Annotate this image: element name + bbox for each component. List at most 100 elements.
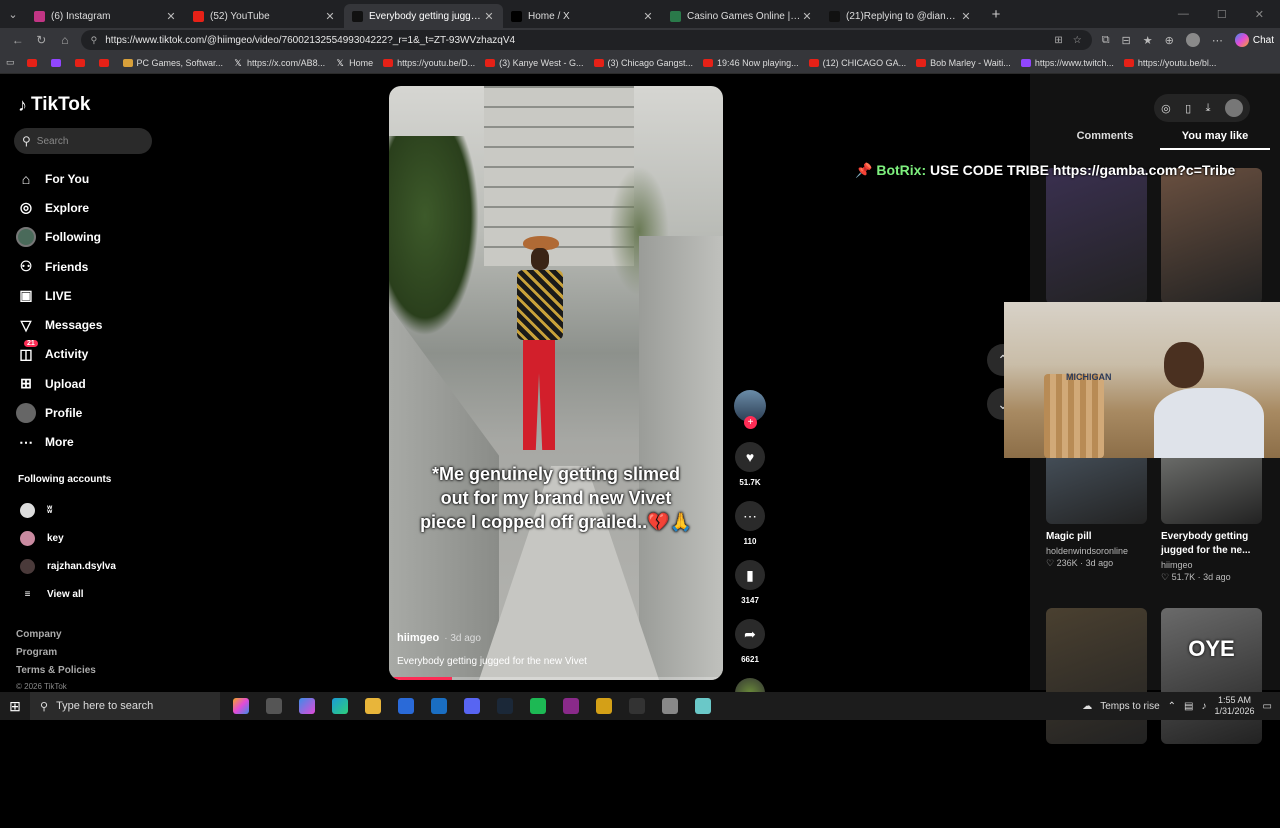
- share-icon[interactable]: ➦: [735, 619, 765, 649]
- sidebar-item-upload[interactable]: ⊞ Upload: [16, 369, 102, 398]
- minimize-icon[interactable]: —: [1178, 8, 1189, 21]
- copilot-chat-button[interactable]: Chat: [1234, 33, 1274, 47]
- following-account[interactable]: ʬ: [20, 496, 116, 524]
- browser-tab[interactable]: Everybody getting jugged for the ✕: [344, 4, 503, 28]
- bookmark-item[interactable]: [98, 58, 113, 68]
- video-thumbnail[interactable]: [1046, 608, 1147, 744]
- notepad-icon[interactable]: [686, 692, 719, 720]
- copilot-icon[interactable]: [224, 692, 257, 720]
- new-tab-button[interactable]: +: [984, 6, 1008, 23]
- task-view-icon[interactable]: [257, 692, 290, 720]
- suggested-video[interactable]: [1046, 608, 1147, 750]
- maximize-icon[interactable]: ☐: [1217, 8, 1227, 21]
- reading-list-icon[interactable]: ▭: [6, 57, 15, 68]
- compass-tool-icon[interactable]: ◎: [1161, 102, 1171, 115]
- save-action[interactable]: ▮ 3147: [732, 560, 768, 605]
- tab-you-may-like[interactable]: You may like: [1160, 130, 1270, 150]
- share-action[interactable]: ➦ 6621: [732, 619, 768, 664]
- bookmark-item[interactable]: [26, 58, 41, 68]
- bookmark-item[interactable]: https://youtu.be/D...: [383, 58, 475, 68]
- browser-menu-icon[interactable]: ⋯: [1212, 34, 1223, 47]
- search-input[interactable]: ⚲ Search: [14, 128, 152, 154]
- browser-tab[interactable]: Home / X ✕: [503, 4, 662, 28]
- file-explorer-icon[interactable]: [356, 692, 389, 720]
- bookmark-item[interactable]: (3) Kanye West - G...: [485, 58, 584, 68]
- sidebar-item-profile[interactable]: Profile: [16, 398, 102, 427]
- disk-icon[interactable]: [653, 692, 686, 720]
- site-info-icon[interactable]: ⚲: [91, 35, 98, 46]
- close-tab-icon[interactable]: ✕: [324, 10, 336, 23]
- video-author[interactable]: hiimgeo · 3d ago: [397, 632, 481, 644]
- reload-icon[interactable]: ↻: [30, 33, 54, 47]
- split-screen-icon[interactable]: ⊟: [1122, 34, 1131, 47]
- store-icon[interactable]: [389, 692, 422, 720]
- video-thumbnail[interactable]: [1161, 168, 1262, 304]
- bookmark-item[interactable]: 𝕏 Home: [335, 58, 373, 68]
- close-tab-icon[interactable]: ✕: [165, 10, 177, 23]
- browser-tab[interactable]: (52) YouTube ✕: [185, 4, 344, 28]
- creator-avatar[interactable]: +: [734, 390, 766, 429]
- extensions-icon[interactable]: ⧉: [1102, 34, 1110, 47]
- video-player[interactable]: *Me genuinely getting slimed out for my …: [389, 86, 723, 680]
- weather-text[interactable]: Temps to rise: [1100, 701, 1159, 712]
- bookmark-item[interactable]: (12) CHICAGO GA...: [808, 58, 906, 68]
- back-icon[interactable]: ←: [6, 33, 30, 47]
- volume-icon[interactable]: ♪: [1202, 701, 1207, 712]
- following-account[interactable]: key: [20, 524, 116, 552]
- browser-tab[interactable]: (21)Replying to @dianasleftfoot c ✕: [821, 4, 980, 28]
- video-thumbnail[interactable]: OYE: [1161, 608, 1262, 744]
- bookmark-star-icon[interactable]: ☆: [1073, 35, 1082, 46]
- video-username[interactable]: hiimgeo: [397, 632, 439, 644]
- suggested-video[interactable]: [1046, 168, 1147, 310]
- suggested-video[interactable]: [1161, 168, 1262, 310]
- bookmark-item[interactable]: (3) Chicago Gangst...: [593, 58, 693, 68]
- home-icon[interactable]: ⌂: [53, 33, 77, 47]
- bookmark-item[interactable]: https://youtu.be/bl...: [1123, 58, 1216, 68]
- sidebar-item-messages[interactable]: ▽ Messages: [16, 310, 103, 339]
- network-icon[interactable]: ▤: [1184, 701, 1193, 712]
- video-progress-bar[interactable]: [389, 677, 723, 680]
- close-tab-icon[interactable]: ✕: [483, 10, 495, 23]
- notifications-icon[interactable]: ▭: [1263, 701, 1272, 712]
- suggested-video[interactable]: OYE: [1161, 608, 1262, 750]
- outlook-icon[interactable]: [422, 692, 455, 720]
- sidebar-item-more[interactable]: ⋯ More: [16, 428, 102, 457]
- bookmark-item[interactable]: 19:46 Now playing...: [703, 58, 799, 68]
- obs-icon[interactable]: [620, 692, 653, 720]
- bookmark-item[interactable]: https://www.twitch...: [1020, 58, 1114, 68]
- browser-tab[interactable]: Casino Games Online | Play Crypto ✕: [662, 4, 821, 28]
- download-icon[interactable]: ⤓: [1206, 102, 1211, 115]
- footer-link[interactable]: Company: [16, 629, 96, 647]
- copilot-app-icon[interactable]: [290, 692, 323, 720]
- sidebar-item-explore[interactable]: ◎ Explore: [16, 193, 102, 222]
- profile-avatar-icon[interactable]: [1185, 33, 1200, 47]
- bookmark-item[interactable]: [50, 58, 65, 68]
- comment-action[interactable]: ⋯ 110: [732, 501, 768, 546]
- close-tab-icon[interactable]: ✕: [642, 10, 654, 23]
- winrar-icon[interactable]: [554, 692, 587, 720]
- sidebar-item-friends[interactable]: ⚇ Friends: [16, 252, 102, 281]
- taskbar-search[interactable]: ⚲ Type here to search: [30, 692, 220, 720]
- close-window-icon[interactable]: ✕: [1255, 8, 1264, 21]
- following-account[interactable]: rajzhan.dsylva: [20, 552, 116, 580]
- install-app-icon[interactable]: ⊞: [1054, 35, 1062, 46]
- tab-comments[interactable]: Comments: [1050, 130, 1160, 150]
- follow-plus-icon[interactable]: +: [744, 416, 757, 429]
- edge-icon[interactable]: [323, 692, 356, 720]
- comment-icon[interactable]: ⋯: [735, 501, 765, 531]
- like-action[interactable]: ♥ 51.7K: [732, 442, 768, 487]
- favorites-icon[interactable]: ★: [1143, 34, 1153, 47]
- sidebar-item-for-you[interactable]: ⌂ For You: [16, 164, 102, 193]
- heart-icon[interactable]: ♥: [735, 442, 765, 472]
- steam-icon[interactable]: [488, 692, 521, 720]
- bookmark-item[interactable]: 𝕏 https://x.com/AB8...: [233, 58, 325, 68]
- bookmark-item[interactable]: Bob Marley - Waiti...: [916, 58, 1011, 68]
- tiktok-logo[interactable]: ♪ TikTok: [18, 94, 90, 116]
- b-app-icon[interactable]: [587, 692, 620, 720]
- tray-chevron-icon[interactable]: ⌃: [1168, 701, 1176, 712]
- footer-link[interactable]: Program: [16, 647, 96, 665]
- spotify-icon[interactable]: [521, 692, 554, 720]
- tab-search-menu-icon[interactable]: ⌄: [0, 0, 26, 28]
- address-bar[interactable]: ⚲ https://www.tiktok.com/@hiimgeo/video/…: [80, 30, 1092, 50]
- sidebar-item-activity[interactable]: ◫ 21 Activity: [16, 340, 102, 369]
